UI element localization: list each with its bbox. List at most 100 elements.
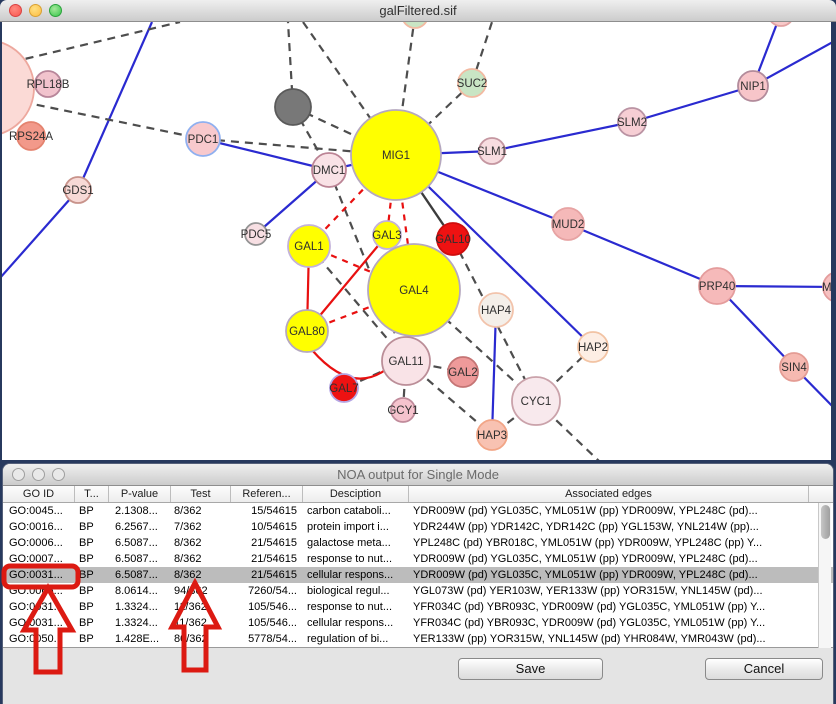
network-edge[interactable] [2, 190, 78, 278]
table-cell: galactose meta... [303, 535, 409, 551]
table-cell: 8.0614... [109, 583, 171, 599]
table-cell: protein import i... [303, 519, 409, 535]
node-label-mud2: MUD2 [552, 219, 585, 231]
window-title: galFiltered.sif [70, 0, 766, 22]
table-cell: BP [75, 583, 109, 599]
table-cell: 8/362 [171, 535, 231, 551]
table-cell: BP [75, 567, 109, 583]
cancel-button[interactable]: Cancel [705, 658, 823, 680]
zoom-button[interactable] [49, 4, 62, 17]
column-header-associated-edges[interactable]: Associated edges [409, 486, 809, 502]
table-cell: GO:0016... [3, 519, 75, 535]
table-row[interactable]: GO:0065...BP8.0614...94/3627260/54...bio… [3, 583, 833, 599]
table-cell: 15/54615 [231, 503, 303, 519]
table-row[interactable]: GO:0006...BP6.5087...8/36221/54615galact… [3, 535, 833, 551]
network-canvas[interactable]: RPL18BRPS24AGDS1PDC1MIG1SUC2SLM1DMC1NIP1… [2, 22, 831, 460]
table-cell: 1.3324... [109, 615, 171, 631]
table-cell: YFR034C (pd) YBR093C, YDR009W (pd) YGL03… [409, 599, 813, 615]
node-label-pdc5: PDC5 [241, 229, 272, 241]
node-dark-node[interactable] [275, 89, 311, 125]
node-label-gal10: GAL10 [435, 234, 471, 246]
close-button[interactable] [9, 4, 22, 17]
table-cell: BP [75, 535, 109, 551]
table-cell: YDR009W (pd) YGL035C, YML051W (pp) YDR00… [409, 551, 813, 567]
noa-window-titlebar[interactable]: NOA output for Single Mode [3, 464, 833, 486]
node-suc2-top[interactable] [402, 22, 428, 28]
table-cell: 105/546... [231, 615, 303, 631]
table-row[interactable]: GO:0050...BP1.428E...80/3625778/54...reg… [3, 631, 833, 647]
scrollbar-thumb[interactable] [821, 505, 830, 539]
zoom-button[interactable] [52, 468, 65, 481]
table-row[interactable]: GO:0031...BP1.3324...11/362105/546...cel… [3, 615, 833, 631]
node-label-hap4: HAP4 [481, 305, 512, 317]
table-cell: GO:0031... [3, 615, 75, 631]
table-cell: 8/362 [171, 503, 231, 519]
table-cell: response to nut... [303, 551, 409, 567]
table-cell: 105/546... [231, 599, 303, 615]
noa-window-title: NOA output for Single Mode [73, 464, 763, 486]
table-cell: biological regul... [303, 583, 409, 599]
node-label-msn5: MSN5 [822, 282, 831, 294]
column-header-test[interactable]: Test [171, 486, 231, 502]
node-label-dmc1: DMC1 [313, 165, 346, 177]
column-header-description[interactable]: Desciption [303, 486, 409, 502]
table-cell: 8/362 [171, 567, 231, 583]
close-button[interactable] [12, 468, 25, 481]
table-cell: 21/54615 [231, 567, 303, 583]
network-edge[interactable] [568, 224, 717, 286]
save-button[interactable]: Save [458, 658, 603, 680]
node-label-rps24a: RPS24A [9, 131, 53, 143]
network-edge[interactable] [492, 122, 632, 151]
table-cell: 11/362 [171, 615, 231, 631]
table-cell: carbon cataboli... [303, 503, 409, 519]
node-label-gal3: GAL3 [372, 230, 401, 242]
network-edge[interactable] [312, 350, 388, 379]
table-cell: BP [75, 631, 109, 647]
minimize-button[interactable] [32, 468, 45, 481]
table-cell: 5778/54... [231, 631, 303, 647]
table-cell: YER133W (pp) YOR315W, YNL145W (pd) YHR08… [409, 631, 813, 647]
table-cell: GO:0031... [3, 599, 75, 615]
node-label-rpl18b: RPL18B [27, 79, 70, 91]
network-edge[interactable] [78, 22, 152, 190]
column-header-spacer [809, 486, 831, 502]
table-header: GO ID T... P-value Test Referen... Desci… [3, 486, 833, 503]
node-label-nip1: NIP1 [740, 81, 766, 93]
table-cell: 10/54615 [231, 519, 303, 535]
table-cell: 1.428E... [109, 631, 171, 647]
column-header-reference[interactable]: Referen... [231, 486, 303, 502]
table-row[interactable]: GO:0007...BP6.5087...8/36221/54615respon… [3, 551, 833, 567]
node-label-gal11: GAL11 [389, 356, 424, 368]
table-cell: GO:0065... [3, 583, 75, 599]
column-header-p-value[interactable]: P-value [109, 486, 171, 502]
table-row[interactable]: GO:0031...BP1.3324...11/362105/546...res… [3, 599, 833, 615]
table-cell: BP [75, 519, 109, 535]
network-edge[interactable] [12, 22, 180, 62]
node-pink-top[interactable] [768, 22, 794, 26]
table-row[interactable]: GO:0016...BP6.2567...7/36210/54615protei… [3, 519, 833, 535]
network-edge[interactable] [632, 86, 753, 122]
node-label-hap2: HAP2 [578, 342, 608, 354]
node-label-gal7: GAL7 [329, 383, 358, 395]
network-window-titlebar[interactable]: galFiltered.sif [0, 0, 836, 22]
table-row[interactable]: GO:0045...BP2.1308...8/36215/54615carbon… [3, 503, 833, 519]
table-cell: BP [75, 503, 109, 519]
table-row[interactable]: GO:0031...BP6.5087...8/36221/54615cellul… [3, 567, 833, 583]
column-header-go-id[interactable]: GO ID [3, 486, 75, 502]
minimize-button[interactable] [29, 4, 42, 17]
node-label-gal1: GAL1 [294, 241, 323, 253]
node-label-slm1: SLM1 [477, 146, 507, 158]
table-cell: GO:0031... [3, 567, 75, 583]
network-edge[interactable] [492, 310, 496, 435]
node-label-suc2: SUC2 [457, 78, 488, 90]
table-cell: 21/54615 [231, 551, 303, 567]
node-label-gal4: GAL4 [399, 285, 429, 297]
noa-window: NOA output for Single Mode GO ID T... P-… [3, 464, 833, 704]
table-cell: cellular respons... [303, 567, 409, 583]
screen: galFiltered.sif RPL18BRPS24AGDS1PDC1MIG1… [0, 0, 836, 704]
vertical-scrollbar[interactable] [818, 503, 831, 648]
table-cell: GO:0007... [3, 551, 75, 567]
table-cell: 6.5087... [109, 567, 171, 583]
column-header-type[interactable]: T... [75, 486, 109, 502]
table-cell: GO:0045... [3, 503, 75, 519]
